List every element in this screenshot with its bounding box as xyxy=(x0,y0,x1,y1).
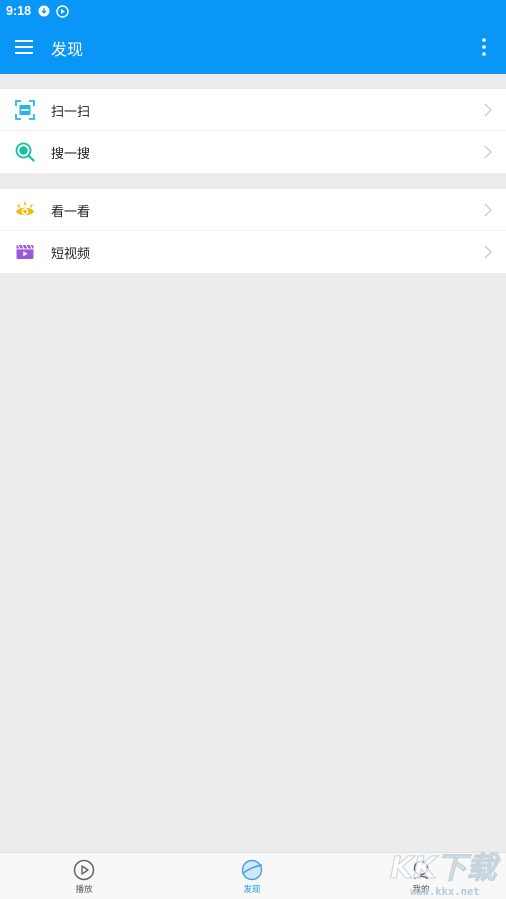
menu-item-label: 短视频 xyxy=(51,247,91,262)
scan-icon xyxy=(15,100,35,120)
tab-label: 播放 xyxy=(75,885,93,895)
play-circle-icon xyxy=(73,859,95,881)
watermark-logo: KK下载 www.kkx.net xyxy=(390,851,501,899)
app-bar: 发现 xyxy=(0,22,506,74)
eye-icon xyxy=(15,200,35,220)
svg-text:www.kkx.net: www.kkx.net xyxy=(410,886,480,898)
clapperboard-icon xyxy=(15,242,35,262)
menu-item-label: 扫一扫 xyxy=(51,105,91,120)
menu-item-watch[interactable]: 看一看 xyxy=(0,189,506,231)
menu-item-label: 搜一搜 xyxy=(51,147,91,162)
menu-item-label: 看一看 xyxy=(51,205,91,220)
hamburger-icon xyxy=(15,40,33,54)
search-icon xyxy=(15,142,35,162)
play-status-icon xyxy=(56,4,69,18)
menu-item-search[interactable]: 搜一搜 xyxy=(0,131,506,173)
menu-group-2: 看一看 短视频 xyxy=(0,189,506,273)
status-time: 9:18 xyxy=(6,4,32,18)
menu-group-1: 扫一扫 搜一搜 xyxy=(0,89,506,173)
chevron-right-icon xyxy=(483,244,493,260)
tab-play[interactable]: 播放 xyxy=(54,859,114,899)
tab-discover[interactable]: 发现 xyxy=(222,859,282,899)
more-vertical-icon xyxy=(482,38,486,56)
tab-label: 发现 xyxy=(243,885,261,895)
planet-icon xyxy=(241,859,263,881)
more-options-button[interactable] xyxy=(476,34,492,60)
chevron-right-icon xyxy=(483,102,493,118)
menu-button[interactable] xyxy=(11,34,37,60)
screen: 9:18 发现 扫一扫 搜一搜 看一看 短视频 播放 发现 我的 KK下载 ww… xyxy=(0,0,506,899)
menu-item-short-video[interactable]: 短视频 xyxy=(0,231,506,273)
chevron-right-icon xyxy=(483,202,493,218)
page-title: 发现 xyxy=(51,40,84,59)
status-bar: 9:18 xyxy=(0,0,506,22)
svg-text:KK下载: KK下载 xyxy=(390,851,500,886)
menu-item-scan[interactable]: 扫一扫 xyxy=(0,89,506,131)
download-status-icon xyxy=(37,5,50,18)
chevron-right-icon xyxy=(483,144,493,160)
